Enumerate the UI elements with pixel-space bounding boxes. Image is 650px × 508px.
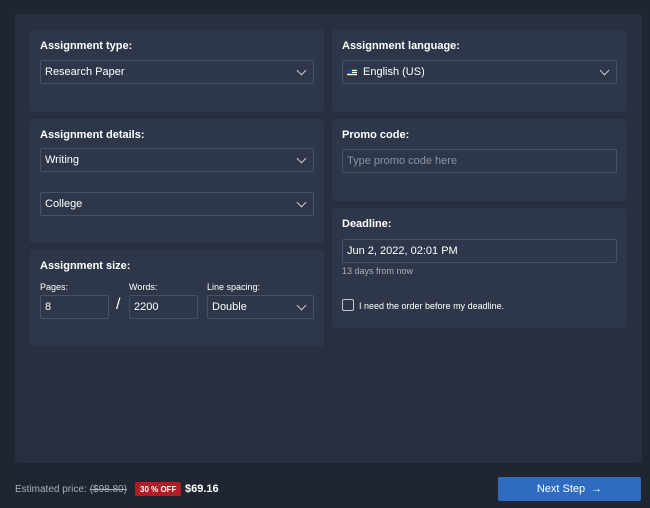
chevron-down-icon xyxy=(599,65,610,75)
pages-value: 8 xyxy=(45,301,52,313)
words-value: 2200 xyxy=(134,301,159,313)
pages-label: Pages: xyxy=(40,282,69,292)
assignment-language-select[interactable]: English (US) xyxy=(342,60,617,84)
chevron-down-icon xyxy=(296,300,307,310)
chevron-down-icon xyxy=(296,197,307,207)
academic-level-value: College xyxy=(45,198,83,210)
assignment-type-title: Assignment type: xyxy=(40,40,133,52)
deadline-title: Deadline: xyxy=(342,218,392,230)
assignment-details-title: Assignment details: xyxy=(40,129,145,141)
assignment-language-card: Assignment language: English (US) xyxy=(332,30,626,112)
deadline-days-remaining: 13 days from now xyxy=(342,266,414,276)
final-price: $69.16 xyxy=(185,483,219,495)
line-spacing-label: Line spacing: xyxy=(207,282,261,292)
chevron-down-icon xyxy=(296,153,307,163)
assignment-details-card: Assignment details: Writing College xyxy=(30,119,324,243)
assignment-language-title: Assignment language: xyxy=(342,40,460,52)
deadline-card: Deadline: Jun 2, 2022, 02:01 PM 13 days … xyxy=(332,208,626,328)
promo-code-input[interactable]: Type promo code here xyxy=(342,149,617,173)
words-input[interactable]: 2200 xyxy=(129,295,198,319)
assignment-kind-select[interactable]: Writing xyxy=(40,148,314,172)
assignment-size-card: Assignment size: Pages: 8 / Words: 2200 … xyxy=(30,250,324,346)
discount-badge: 30 % OFF xyxy=(135,482,182,496)
old-price: ($98.80) xyxy=(89,484,127,495)
assignment-kind-value: Writing xyxy=(45,154,80,166)
estimated-price-text: Estimated price: xyxy=(15,484,87,495)
deadline-checkbox-label: I need the order before my deadline. xyxy=(359,301,505,311)
pages-words-separator: / xyxy=(116,296,121,313)
next-step-button[interactable]: Next Step → xyxy=(498,477,641,501)
assignment-type-select[interactable]: Research Paper xyxy=(40,60,314,84)
academic-level-select[interactable]: College xyxy=(40,192,314,216)
assignment-language-value: English (US) xyxy=(363,66,425,78)
line-spacing-value: Double xyxy=(212,301,247,313)
us-flag-icon xyxy=(347,68,357,76)
pages-input[interactable]: 8 xyxy=(40,295,109,319)
deadline-value: Jun 2, 2022, 02:01 PM xyxy=(347,245,458,257)
arrow-right-icon: → xyxy=(591,483,603,495)
assignment-type-card: Assignment type: Research Paper xyxy=(30,30,324,112)
deadline-input[interactable]: Jun 2, 2022, 02:01 PM xyxy=(342,239,617,263)
assignment-type-value: Research Paper xyxy=(45,66,125,78)
assignment-size-title: Assignment size: xyxy=(40,260,131,272)
deadline-checkbox[interactable] xyxy=(342,299,354,311)
estimated-price-label: Estimated price: ($98.80) xyxy=(15,484,127,495)
words-label: Words: xyxy=(129,282,158,292)
line-spacing-select[interactable]: Double xyxy=(207,295,314,319)
next-step-label: Next Step xyxy=(536,483,586,495)
promo-code-title: Promo code: xyxy=(342,129,410,141)
promo-code-card: Promo code: Type promo code here xyxy=(332,119,626,201)
promo-code-placeholder: Type promo code here xyxy=(347,155,458,167)
chevron-down-icon xyxy=(296,65,307,75)
